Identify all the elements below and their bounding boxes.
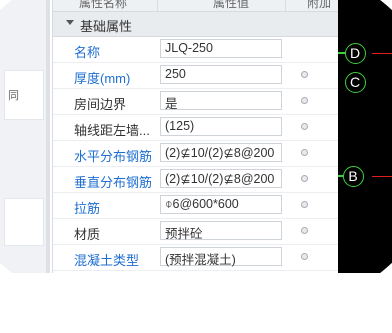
left-list-item-label: 同	[8, 90, 19, 102]
axis-label: C	[349, 74, 361, 90]
property-row[interactable]: 厚度(mm) 250	[53, 63, 339, 89]
property-label: 厚度(mm)	[74, 71, 131, 86]
axis-label: B	[348, 168, 358, 184]
property-value: 250	[165, 67, 186, 81]
property-row[interactable]: 房间边界 是	[53, 89, 339, 115]
property-label: 混凝土类型	[74, 253, 140, 268]
property-value-field[interactable]: (预拌混凝土)	[160, 247, 282, 267]
property-row[interactable]: 轴线距左墙... (125)	[53, 115, 339, 141]
dimension-line	[372, 176, 392, 177]
property-label: 房间边界	[74, 97, 127, 112]
column-divider[interactable]	[285, 0, 286, 11]
attach-radio-icon[interactable]	[301, 123, 308, 130]
header-attach: 附加	[307, 0, 332, 10]
property-value: 是	[165, 97, 178, 111]
property-row[interactable]: 材质 预拌砼	[53, 219, 339, 245]
property-label: 轴线距左墙...	[74, 123, 150, 138]
drawing-canvas[interactable]: D C B	[338, 0, 392, 273]
property-value: (2)⊈10/(2)⊈8@200	[165, 146, 275, 160]
property-row[interactable]: 垂直分布钢筋 (2)⊈10/(2)⊈8@200	[53, 167, 339, 193]
property-value: (2)⊈10/(2)⊈8@200	[165, 172, 275, 186]
attach-radio-icon[interactable]	[301, 149, 308, 156]
column-divider[interactable]	[157, 0, 158, 11]
collapse-arrow-icon[interactable]	[66, 20, 74, 25]
left-panel: 同	[0, 0, 48, 273]
panel-splitter[interactable]	[46, 0, 50, 273]
property-value-field[interactable]: 是	[160, 91, 282, 111]
property-value-field[interactable]: (125)	[160, 117, 282, 136]
axis-marker-c[interactable]: C	[345, 72, 366, 93]
column-header: 属性名称 属性值 附加	[53, 0, 339, 12]
group-title: 基础属性	[80, 19, 133, 34]
attach-radio-icon[interactable]	[301, 97, 308, 104]
property-label: 拉筋	[74, 201, 101, 216]
property-label: 材质	[74, 227, 101, 242]
property-row[interactable]: 拉筋 ⌽6@600*600	[53, 193, 339, 219]
property-value-field[interactable]: ⌽6@600*600	[160, 195, 282, 214]
axis-label: D	[349, 45, 361, 61]
axis-marker-b[interactable]: B	[343, 166, 364, 187]
property-value: 预拌砼	[165, 227, 203, 241]
property-value-field[interactable]: (2)⊈10/(2)⊈8@200	[160, 169, 282, 188]
attach-radio-icon[interactable]	[301, 253, 308, 260]
attach-radio-icon[interactable]	[301, 227, 308, 234]
axis-marker-d[interactable]: D	[345, 43, 366, 64]
property-label: 水平分布钢筋	[74, 149, 153, 164]
attach-radio-icon[interactable]	[301, 175, 308, 182]
property-value-field[interactable]: (2)⊈10/(2)⊈8@200	[160, 143, 282, 162]
property-label: 垂直分布钢筋	[74, 175, 153, 190]
property-label: 名称	[74, 45, 101, 60]
group-basic-properties[interactable]: 基础属性	[53, 12, 339, 37]
property-value-field[interactable]: JLQ-250	[160, 39, 282, 58]
left-list-item-2[interactable]	[4, 198, 44, 246]
dimension-line	[372, 53, 392, 54]
property-value: ⌽6@600*600	[165, 197, 239, 211]
property-row[interactable]: 混凝土类型 (预拌混凝土)	[53, 245, 339, 271]
header-property-value: 属性值	[213, 0, 250, 10]
attach-radio-icon[interactable]	[301, 71, 308, 78]
property-value: (125)	[165, 119, 195, 133]
header-property-name: 属性名称	[79, 0, 128, 10]
property-row[interactable]: 水平分布钢筋 (2)⊈10/(2)⊈8@200	[53, 141, 339, 167]
property-value-field[interactable]: 预拌砼	[160, 221, 282, 241]
property-panel: 属性名称 属性值 附加 基础属性 名称 JLQ-250 厚度(mm) 250 房间边界 是…	[52, 0, 339, 273]
property-row[interactable]: 名称 JLQ-250	[53, 37, 339, 63]
left-list-item[interactable]: 同	[4, 70, 44, 120]
property-value: (预拌混凝土)	[165, 253, 236, 267]
property-value-field[interactable]: 250	[160, 65, 282, 84]
attach-radio-icon[interactable]	[301, 201, 308, 208]
property-value: JLQ-250	[165, 41, 213, 55]
